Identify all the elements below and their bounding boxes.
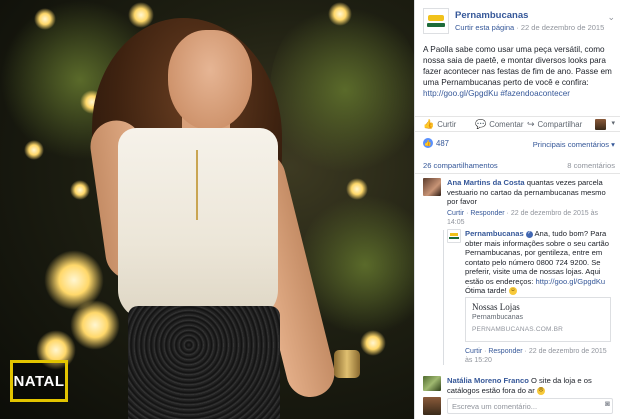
string-light <box>328 2 352 26</box>
share-label: Compartilhar <box>537 120 583 129</box>
verified-badge-icon: ✓ <box>525 230 533 238</box>
shares-count-link[interactable]: 26 compartilhamentos <box>423 161 498 170</box>
link-card-domain: PERNAMBUCANAS.COM.BR <box>472 326 564 333</box>
divider <box>415 173 620 174</box>
string-light <box>70 300 120 350</box>
user-avatar[interactable] <box>423 397 441 415</box>
reply-meta: Curtir · Responder · 22 de dezembro de 2… <box>465 348 607 364</box>
white-blouse <box>118 128 278 320</box>
link-card-title: Nossas Lojas <box>472 302 520 312</box>
separator: · <box>514 23 521 32</box>
sequin-skirt <box>128 306 280 419</box>
necklace <box>196 150 198 220</box>
page-name-link[interactable]: Pernambucanas <box>455 10 528 21</box>
comments-count[interactable]: 8 comentários <box>567 161 615 170</box>
reply-tail: Ótima tarde! <box>465 286 507 295</box>
string-light <box>360 330 386 356</box>
reactions-row: 👍 487 Principais comentários ▾ <box>423 138 615 152</box>
comment-filter-dropdown[interactable]: Principais comentários ▾ <box>533 140 615 149</box>
natal-badge: NATAL <box>10 360 68 402</box>
like-label: Curtir <box>437 120 457 129</box>
comment-meta: Curtir · Responder · 22 de dezembro de 2… <box>447 209 599 227</box>
commenter-name[interactable]: Ana Martins da Costa <box>447 178 525 187</box>
commenter-avatar[interactable] <box>423 178 441 196</box>
string-light <box>24 140 44 160</box>
commenter-name[interactable]: Natália Moreno Franco <box>447 376 529 385</box>
commenter-avatar[interactable] <box>423 376 441 391</box>
post-text: A Paolla sabe como usar uma peça versáti… <box>423 44 615 99</box>
foliage <box>270 0 414 180</box>
chevron-down-icon[interactable]: ⌄ <box>607 12 615 23</box>
comment-reply-link[interactable]: Responder <box>470 210 504 217</box>
thumbs-up-icon: 👍 <box>423 119 435 129</box>
like-button[interactable]: 👍 Curtir <box>423 119 456 130</box>
like-reaction-icon: 👍 <box>423 138 433 148</box>
reaction-count[interactable]: 487 <box>436 139 449 148</box>
share-icon: ↪ <box>527 119 535 129</box>
post-subtitle: Curtir esta página · 22 de dezembro de 2… <box>455 23 604 32</box>
smile-emoji-icon: ☺ <box>508 287 517 295</box>
reply-body: Pernambucanas ✓ Ana, tudo bom? Para obte… <box>465 229 615 296</box>
comment-icon: 💬 <box>475 119 487 129</box>
stats-row: 26 compartilhamentos 8 comentários <box>423 161 615 170</box>
post-photo[interactable]: NATAL <box>0 0 414 419</box>
reply-reply-link[interactable]: Responder <box>488 348 522 355</box>
page-avatar[interactable] <box>423 8 449 34</box>
action-bar: 👍 Curtir 💬 Comentar ↪ Compartilhar ▾ <box>415 116 620 132</box>
caret-down-icon[interactable]: ▾ <box>611 119 615 127</box>
comment-body: Ana Martins da Costa quantas vezes parce… <box>447 178 615 228</box>
face <box>168 30 252 130</box>
reply-author-name[interactable]: Pernambucanas <box>465 229 524 238</box>
link-card-subtitle: Pernambucanas <box>472 314 523 321</box>
camera-icon[interactable]: ◙ <box>605 399 610 408</box>
share-button[interactable]: ↪ Compartilhar <box>527 119 582 130</box>
sad-emoji-icon: ☹ <box>536 386 545 395</box>
actor-avatar[interactable] <box>595 119 606 130</box>
string-light <box>346 178 368 200</box>
link-preview-card[interactable]: Nossas Lojas Pernambucanas PERNAMBUCANAS… <box>465 297 611 342</box>
comment-composer: Escreva um comentário... ◙ <box>423 396 615 416</box>
post-side-panel: Pernambucanas Curtir esta página · 22 de… <box>414 0 620 419</box>
string-light <box>70 180 90 200</box>
reply-time[interactable]: 22 de dezembro de 2015 às 15:20 <box>465 348 607 364</box>
gold-bracelet <box>334 350 360 378</box>
like-page-link[interactable]: Curtir esta página <box>455 23 514 32</box>
comment-like-link[interactable]: Curtir <box>447 210 464 217</box>
post-link[interactable]: http://goo.gl/GpgdKu #fazendoacontecer <box>423 89 570 98</box>
comment-label: Comentar <box>489 120 524 129</box>
comment-button[interactable]: 💬 Comentar <box>475 119 523 130</box>
reply-like-link[interactable]: Curtir <box>465 348 482 355</box>
comment-input[interactable]: Escreva um comentário... <box>447 398 613 414</box>
post-date-link[interactable]: 22 de dezembro de 2015 <box>521 23 604 32</box>
post-body: A Paolla sabe como usar uma peça versáti… <box>423 45 612 87</box>
reply-thread-line <box>443 230 444 365</box>
page-reply-avatar[interactable] <box>447 229 461 243</box>
reply-link[interactable]: http://goo.gl/GpgdKu <box>536 277 606 286</box>
comment-body: Natália Moreno Franco O site da loja e o… <box>447 376 615 395</box>
string-light <box>34 8 56 30</box>
post-header: Pernambucanas Curtir esta página · 22 de… <box>423 8 615 38</box>
